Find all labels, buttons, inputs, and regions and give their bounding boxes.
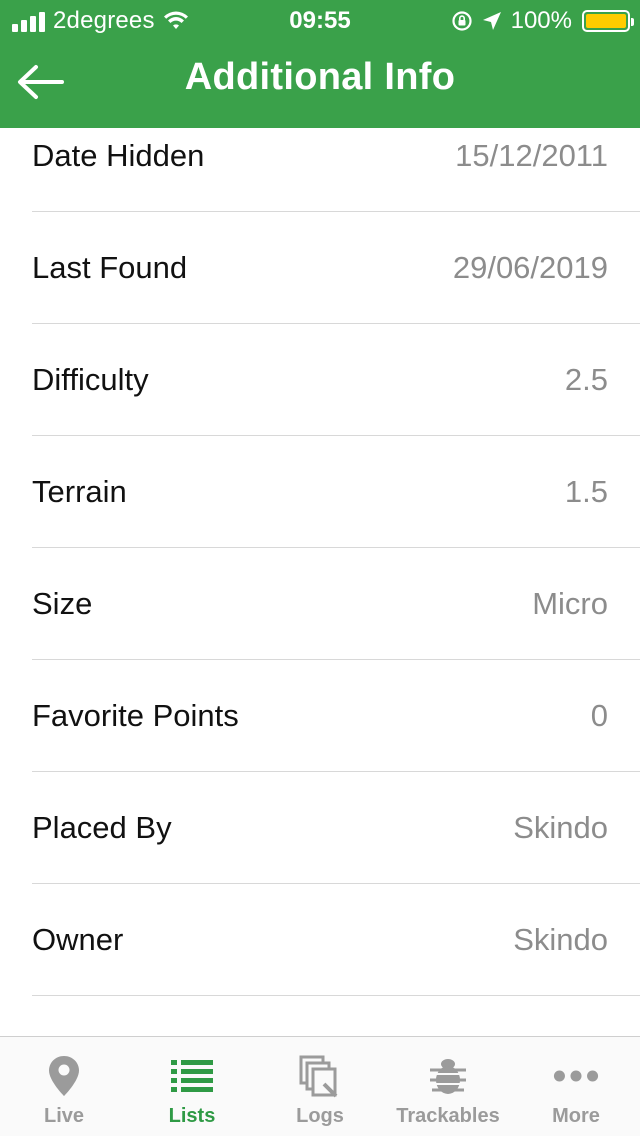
bug-icon [430,1059,466,1094]
row-terrain: Terrain 1.5 [32,436,640,548]
row-value: Micro [532,585,608,621]
row-label: Last Found [32,249,188,285]
row-value: Skindo [513,921,608,957]
row-label: Difficulty [32,361,149,397]
tab-bar: Live Lists Logs Trackables More [0,1036,640,1136]
row-value: 15/12/2011 [455,137,608,173]
row-placed-by: Placed By Skindo [32,772,640,884]
map-pin-icon [49,1056,79,1096]
row-label: Size [32,585,93,621]
row-owner: Owner Skindo [32,884,640,996]
row-value: 1.5 [564,473,608,509]
row-value: 29/06/2019 [452,249,608,285]
status-right: 100% [451,7,634,35]
tab-label: Logs [296,1105,344,1127]
row-value: 2.5 [564,361,608,397]
tab-lists[interactable]: Lists [128,1037,256,1136]
tab-live[interactable]: Live [0,1037,128,1136]
screen: 2degrees 09:55 100% Additional Info Date… [0,0,640,1136]
row-difficulty: Difficulty 2.5 [32,324,640,436]
location-arrow-icon [482,12,501,30]
tab-more[interactable]: More [512,1037,640,1136]
tab-label: Live [43,1105,85,1127]
tab-trackables[interactable]: Trackables [384,1037,512,1136]
row-label: Terrain [32,473,127,509]
row-label: Placed By [32,809,172,845]
battery-icon [582,10,634,32]
tab-label: Trackables [396,1105,500,1127]
row-date-hidden: Date Hidden 15/12/2011 [32,128,640,212]
row-value: Skindo [513,809,608,845]
logs-icon [299,1055,338,1098]
more-dots-icon [553,1070,599,1082]
list-icon [171,1060,213,1092]
row-label: Date Hidden [32,137,205,173]
row-size: Size Micro [32,548,640,660]
tab-label: Lists [168,1105,216,1127]
tab-logs[interactable]: Logs [256,1037,384,1136]
status-bar: 2degrees 09:55 100% [0,0,640,40]
nav-bar: Additional Info [0,40,640,128]
info-list: Date Hidden 15/12/2011 Last Found 29/06/… [0,128,640,1036]
page-title: Additional Info [184,56,456,98]
top-bar: 2degrees 09:55 100% Additional Info [0,0,640,128]
row-label: Owner [32,921,124,957]
battery-percent: 100% [510,7,572,34]
row-value: 0 [590,697,608,733]
row-last-found: Last Found 29/06/2019 [32,212,640,324]
rotation-lock-icon [452,11,472,31]
row-label: Favorite Points [32,697,239,733]
tab-label: More [552,1105,600,1127]
row-favorite-points: Favorite Points 0 [32,660,640,772]
